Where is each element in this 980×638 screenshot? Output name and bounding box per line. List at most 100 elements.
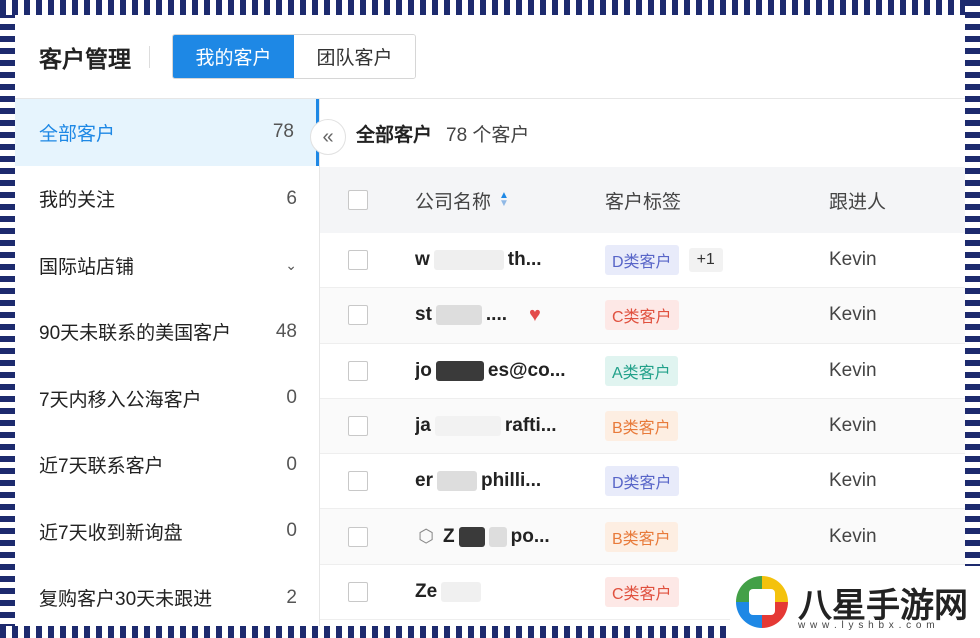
column-header-tag: 客户标签 <box>605 191 682 213</box>
row-checkbox[interactable] <box>348 416 368 437</box>
table-row[interactable]: jo es@co... A类客户 Kevin <box>320 344 965 399</box>
frame-border-left <box>0 0 15 638</box>
sidebar-item-my-follows[interactable]: 我的关注 6 <box>15 166 319 233</box>
company-name[interactable]: w th... <box>415 249 605 271</box>
sidebar-item-intl-stores[interactable]: 国际站店铺 ⌄ <box>15 232 319 299</box>
row-checkbox[interactable] <box>348 360 368 381</box>
sidebar: 全部客户 78 我的关注 6 国际站店铺 ⌄ 90天未联系的美国客户 48 7天… <box>15 99 320 626</box>
redacted-block <box>436 471 477 492</box>
sidebar-item-all-customers[interactable]: 全部客户 78 <box>15 99 319 166</box>
redacted-block <box>441 581 482 602</box>
select-all-checkbox[interactable] <box>348 190 368 210</box>
customer-count: 78 个客户 <box>446 124 530 146</box>
company-name-end: es@co... <box>487 359 566 381</box>
company-name-start: jo <box>415 359 432 381</box>
customer-tag: D类客户 <box>605 245 679 276</box>
company-name-start: ja <box>415 415 431 437</box>
sidebar-item-new-inquiry-7d[interactable]: 近7天收到新询盘 0 <box>15 498 319 565</box>
row-checkbox[interactable] <box>348 526 368 547</box>
sidebar-item-count: 48 <box>275 320 297 342</box>
column-header-company[interactable]: 公司名称 <box>415 187 491 214</box>
customer-tag: B类客户 <box>605 521 678 552</box>
redacted-block <box>435 360 484 381</box>
row-checkbox[interactable] <box>348 471 368 492</box>
company-name[interactable]: ⬡ Z po... <box>415 526 605 548</box>
sidebar-item-label: 近7天联系客户 <box>39 456 164 478</box>
tab-my-customers[interactable]: 我的客户 <box>173 35 294 78</box>
redacted-block <box>433 250 504 271</box>
company-name-end: rafti... <box>504 415 557 437</box>
owner-name: Kevin <box>829 415 877 437</box>
sidebar-item-label: 7天内移入公海客户 <box>39 389 202 411</box>
customer-tag: A类客户 <box>605 355 678 386</box>
sidebar-item-count: 2 <box>286 586 297 608</box>
sort-icon[interactable]: ▲ ▼ <box>499 191 509 209</box>
company-name-end: th... <box>507 249 542 271</box>
content-area: 全部客户 78 我的关注 6 国际站店铺 ⌄ 90天未联系的美国客户 48 7天… <box>15 99 965 626</box>
company-name[interactable]: ja rafti... <box>415 415 605 437</box>
row-checkbox[interactable] <box>348 581 368 602</box>
header-divider <box>149 45 150 68</box>
list-summary: 全部客户 78 个客户 <box>320 99 965 167</box>
company-name-end: philli... <box>480 470 542 492</box>
owner-name: Kevin <box>829 359 877 381</box>
company-name-start: w <box>415 249 430 271</box>
table-row[interactable]: w th... D类客户 +1 Kevin <box>320 233 965 289</box>
sidebar-item-label: 复购客户30天未跟进 <box>39 589 213 611</box>
owner-name: Kevin <box>829 249 877 271</box>
extra-tags-count[interactable]: +1 <box>688 248 723 273</box>
sidebar-item-label: 国际站店铺 <box>39 256 135 278</box>
collapse-sidebar-icon[interactable]: « <box>310 119 346 155</box>
sidebar-item-label: 全部客户 <box>39 123 116 145</box>
customer-tag: D类客户 <box>605 466 679 497</box>
table-row[interactable]: er philli... D类客户 Kevin <box>320 454 965 510</box>
sidebar-item-label: 我的关注 <box>39 190 116 212</box>
customer-tag: C类客户 <box>605 576 679 607</box>
tab-team-customers[interactable]: 团队客户 <box>294 35 415 78</box>
table-header: 公司名称 ▲ ▼ 客户标签 跟进人 <box>320 167 965 233</box>
watermark-url: w w w . l y s h b x . c o m <box>798 620 936 631</box>
redacted-block <box>488 526 507 547</box>
row-checkbox[interactable] <box>348 305 368 326</box>
shield-icon: ⬡ <box>418 526 434 547</box>
sidebar-item-count: 0 <box>286 453 297 475</box>
table-row[interactable]: st .... ♥ C类客户 Kevin <box>320 288 965 344</box>
company-name-start: Z <box>443 525 455 547</box>
tab-group: 我的客户 团队客户 <box>172 34 416 79</box>
redacted-block <box>458 526 485 547</box>
sidebar-item-label: 近7天收到新询盘 <box>39 522 183 544</box>
list-title: 全部客户 <box>356 124 433 146</box>
sidebar-item-count: 0 <box>286 387 297 409</box>
chevron-down-icon[interactable]: ⌄ <box>285 257 297 274</box>
frame-border-right <box>965 0 980 638</box>
sidebar-item-count: 6 <box>286 187 297 209</box>
redacted-block <box>435 305 482 326</box>
company-name-start: Ze <box>415 580 438 602</box>
company-name-end: po... <box>510 525 550 547</box>
sidebar-item-count: 0 <box>286 520 297 542</box>
row-checkbox[interactable] <box>348 250 368 271</box>
company-name-end: .... <box>485 304 508 326</box>
house-logo-icon <box>736 576 788 628</box>
sidebar-item-repurchase-30d[interactable]: 复购客户30天未跟进 2 <box>15 565 319 627</box>
sidebar-item-contacted-7d[interactable]: 近7天联系客户 0 <box>15 432 319 499</box>
sidebar-item-moved-to-pool-7d[interactable]: 7天内移入公海客户 0 <box>15 365 319 432</box>
company-name[interactable]: er philli... <box>415 470 605 492</box>
table-row[interactable]: ja rafti... B类客户 Kevin <box>320 398 965 455</box>
owner-name: Kevin <box>829 470 877 492</box>
table-body: w th... D类客户 +1 Kevin st .... ♥ C类客户 Kev… <box>320 233 965 621</box>
column-header-owner: 跟进人 <box>829 191 887 213</box>
owner-name: Kevin <box>829 304 877 326</box>
sidebar-item-count: 78 <box>272 121 294 143</box>
company-name[interactable]: Ze <box>415 581 605 603</box>
heart-icon[interactable]: ♥ <box>529 304 541 327</box>
company-name[interactable]: jo es@co... <box>415 360 605 382</box>
company-name[interactable]: st .... ♥ <box>415 304 605 327</box>
sidebar-item-us-uncontacted-90d[interactable]: 90天未联系的美国客户 48 <box>15 299 319 366</box>
site-watermark: 八星手游网 w w w . l y s h b x . c o m <box>730 566 980 638</box>
table-row[interactable]: ⬡ Z po... B类客户 Kevin <box>320 509 965 565</box>
owner-name: Kevin <box>829 525 877 547</box>
customer-management-app: 客户管理 我的客户 团队客户 全部客户 78 我的关注 6 国际站店铺 ⌄ 90… <box>15 15 965 626</box>
page-title: 客户管理 <box>39 45 131 72</box>
sidebar-item-label: 90天未联系的美国客户 <box>39 323 232 345</box>
